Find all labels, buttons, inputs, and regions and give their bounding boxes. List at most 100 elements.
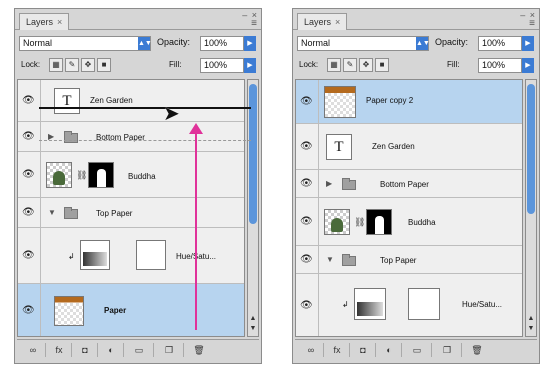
blend-dropdown-icon[interactable]: ▲▼	[416, 37, 430, 50]
eye-icon[interactable]: 👁	[22, 250, 35, 261]
chain-link-icon[interactable]: ⛓	[354, 217, 365, 228]
eye-icon[interactable]: 👁	[300, 254, 313, 265]
scroll-down-icon[interactable]: ▼	[248, 324, 258, 334]
visibility-toggle[interactable]: 👁	[296, 124, 319, 169]
opacity-input[interactable]: 100% ▶	[200, 36, 256, 51]
visibility-toggle[interactable]: 👁	[18, 80, 41, 121]
layer-name[interactable]: Buddha	[128, 172, 156, 181]
adjustment-layer-icon[interactable]: ◐	[103, 343, 119, 357]
layer-mask-thumbnail[interactable]	[366, 209, 392, 235]
scroll-up-icon[interactable]: ▲	[526, 314, 536, 324]
layer-name[interactable]: Top Paper	[380, 256, 416, 265]
eye-icon[interactable]: 👁	[300, 300, 313, 311]
layer-name[interactable]: Bottom Paper	[380, 180, 429, 189]
link-layers-icon[interactable]: ∞	[303, 343, 319, 357]
layer-row-hue-saturation[interactable]: 👁 ↲ Hue/Satu...	[18, 228, 244, 284]
opacity-dropdown-icon[interactable]: ▶	[244, 36, 256, 51]
panel-menu-icon[interactable]: ≡	[529, 18, 535, 29]
visibility-toggle[interactable]: 👁	[18, 122, 41, 151]
eye-icon[interactable]: 👁	[300, 141, 313, 152]
expanded-triangle-icon[interactable]: ▼	[326, 255, 334, 264]
opacity-input[interactable]: 100% ▶	[478, 36, 534, 51]
layer-row-paper-copy-2[interactable]: 👁 Paper copy 2	[296, 80, 522, 124]
visibility-toggle[interactable]: 👁	[18, 284, 41, 336]
layer-row-top-paper[interactable]: 👁 ▼ Top Paper	[18, 198, 244, 228]
visibility-toggle[interactable]: 👁	[18, 198, 41, 227]
layer-name[interactable]: Top Paper	[96, 209, 132, 218]
layer-row-zen-garden[interactable]: 👁 T Zen Garden	[296, 124, 522, 170]
layer-row-hue-saturation[interactable]: 👁 ↲ Hue/Satu...	[296, 274, 522, 336]
layer-name[interactable]: Paper	[104, 306, 126, 315]
visibility-toggle[interactable]: 👁	[18, 228, 41, 283]
link-layers-icon[interactable]: ∞	[25, 343, 41, 357]
eye-icon[interactable]: 👁	[300, 178, 313, 189]
lock-image-icon[interactable]: ✎	[343, 58, 357, 72]
eye-icon[interactable]: 👁	[22, 305, 35, 316]
layer-row-bottom-paper[interactable]: 👁 ▶ Bottom Paper	[296, 170, 522, 198]
fill-input[interactable]: 100% ▶	[200, 58, 256, 73]
trash-icon[interactable]: 🗑	[469, 343, 485, 357]
visibility-toggle[interactable]: 👁	[296, 170, 319, 197]
visibility-toggle[interactable]: 👁	[296, 246, 319, 273]
opacity-dropdown-icon[interactable]: ▶	[522, 36, 534, 51]
fx-icon[interactable]: fx	[51, 343, 67, 357]
layer-row-buddha[interactable]: 👁 ⛓ Buddha	[296, 198, 522, 246]
visibility-toggle[interactable]: 👁	[18, 152, 41, 197]
visibility-toggle[interactable]: 👁	[296, 198, 319, 245]
lock-image-icon[interactable]: ✎	[65, 58, 79, 72]
lock-position-icon[interactable]: ✥	[359, 58, 373, 72]
layers-scrollbar[interactable]: ▲ ▼	[247, 79, 259, 337]
fx-icon[interactable]: fx	[329, 343, 345, 357]
eye-icon[interactable]: 👁	[300, 96, 313, 107]
layer-name[interactable]: Hue/Satu...	[462, 300, 502, 309]
panel-menu-icon[interactable]: ≡	[251, 18, 257, 29]
fill-dropdown-icon[interactable]: ▶	[522, 58, 534, 73]
lock-transparency-icon[interactable]: ▦	[327, 58, 341, 72]
lock-position-icon[interactable]: ✥	[81, 58, 95, 72]
tab-close-icon[interactable]: ×	[57, 17, 62, 27]
lock-all-icon[interactable]: ■	[97, 58, 111, 72]
eye-icon[interactable]: 👁	[22, 95, 35, 106]
eye-icon[interactable]: 👁	[22, 169, 35, 180]
scroll-down-icon[interactable]: ▼	[526, 324, 536, 334]
eye-icon[interactable]: 👁	[22, 131, 35, 142]
add-mask-icon[interactable]: ◘	[77, 343, 93, 357]
new-group-icon[interactable]: ▭	[409, 343, 425, 357]
visibility-toggle[interactable]: 👁	[296, 80, 319, 123]
layer-row-buddha[interactable]: 👁 ⛓ Buddha	[18, 152, 244, 198]
chain-link-icon[interactable]: ⛓	[76, 170, 87, 181]
layer-mask-thumbnail[interactable]	[136, 240, 166, 270]
layer-name[interactable]: Zen Garden	[90, 96, 133, 105]
tab-close-icon[interactable]: ×	[335, 17, 340, 27]
collapsed-triangle-icon[interactable]: ▶	[326, 179, 332, 188]
blend-mode-select[interactable]: Normal ▲▼	[19, 36, 152, 51]
layer-name[interactable]: Zen Garden	[372, 142, 415, 151]
scroll-thumb[interactable]	[249, 84, 257, 224]
scroll-thumb[interactable]	[527, 84, 535, 214]
eye-icon[interactable]: 👁	[22, 207, 35, 218]
lock-transparency-icon[interactable]: ▦	[49, 58, 63, 72]
new-group-icon[interactable]: ▭	[131, 343, 147, 357]
adjustment-layer-icon[interactable]: ◐	[381, 343, 397, 357]
fill-input[interactable]: 100% ▶	[478, 58, 534, 73]
visibility-toggle[interactable]: 👁	[296, 274, 319, 336]
fill-dropdown-icon[interactable]: ▶	[244, 58, 256, 73]
blend-mode-select[interactable]: Normal ▲▼	[297, 36, 430, 51]
new-layer-icon[interactable]: ❐	[439, 343, 455, 357]
eye-icon[interactable]: 👁	[300, 216, 313, 227]
scroll-up-icon[interactable]: ▲	[248, 314, 258, 324]
layer-row-paper[interactable]: 👁 Paper	[18, 284, 244, 336]
layer-row-bottom-paper[interactable]: 👁 ▶ Bottom Paper	[18, 122, 244, 152]
layers-scrollbar[interactable]: ▲ ▼	[525, 79, 537, 337]
new-layer-icon[interactable]: ❐	[161, 343, 177, 357]
tab-layers[interactable]: Layers ×	[19, 13, 70, 30]
lock-all-icon[interactable]: ■	[375, 58, 389, 72]
blend-dropdown-icon[interactable]: ▲▼	[138, 37, 152, 50]
expanded-triangle-icon[interactable]: ▼	[48, 208, 56, 217]
layer-row-zen-garden[interactable]: 👁 T Zen Garden	[18, 80, 244, 122]
layer-name[interactable]: Paper copy 2	[366, 96, 413, 105]
trash-icon[interactable]: 🗑	[191, 343, 207, 357]
layer-name[interactable]: Buddha	[408, 218, 436, 227]
layer-row-top-paper[interactable]: 👁 ▼ Top Paper	[296, 246, 522, 274]
layer-mask-thumbnail[interactable]	[88, 162, 114, 188]
